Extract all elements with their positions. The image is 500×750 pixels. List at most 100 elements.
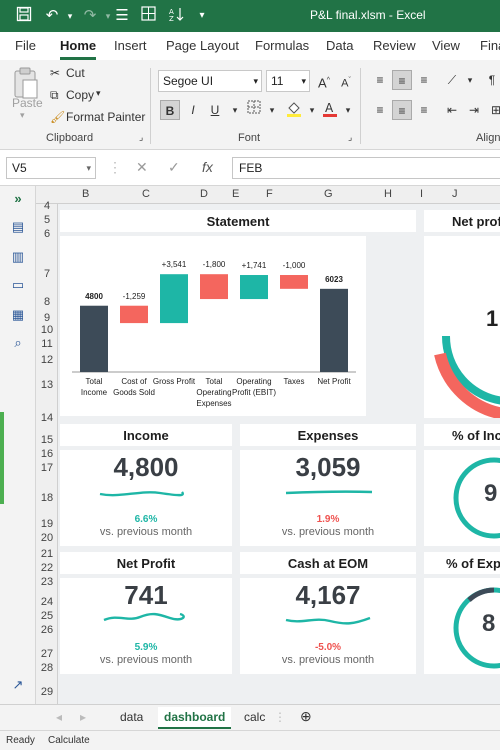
waterfall-bar[interactable] xyxy=(160,274,188,324)
row-header[interactable]: 26 xyxy=(36,624,58,636)
tab-file[interactable]: File xyxy=(15,38,36,53)
orientation-icon[interactable]: ⟋ xyxy=(442,70,462,90)
row-header[interactable]: 7 xyxy=(36,268,58,280)
row-header[interactable]: 24 xyxy=(36,596,58,608)
nav-sheet-icon[interactable]: ▤ xyxy=(9,220,27,234)
increase-indent-icon[interactable]: ⇥ xyxy=(464,100,484,120)
column-header-e[interactable]: E xyxy=(232,188,239,200)
tab-page-layout[interactable]: Page Layout xyxy=(166,38,239,53)
row-header[interactable]: 17 xyxy=(36,462,58,474)
expenses-kpi-card[interactable]: 3,059 1.9% vs. previous month xyxy=(240,450,416,546)
paste-dropdown-icon[interactable]: ▾ xyxy=(20,110,25,121)
fill-color-dropdown-icon[interactable]: ▾ xyxy=(302,100,322,120)
row-header[interactable]: 25 xyxy=(36,610,58,622)
cut-button[interactable]: Cut xyxy=(66,66,85,80)
borders-button-icon[interactable] xyxy=(244,100,264,120)
column-header-b[interactable]: B xyxy=(82,188,89,200)
undo-dropdown-icon[interactable]: ▾ xyxy=(60,6,80,26)
row-header[interactable]: 16 xyxy=(36,448,58,460)
tab-view[interactable]: View xyxy=(432,38,460,53)
external-link-icon[interactable]: ↗ xyxy=(9,678,27,692)
font-size-box[interactable]: 11 ▾ xyxy=(266,70,310,92)
nav-search-icon[interactable]: ⌕ xyxy=(9,336,27,350)
row-header[interactable]: 19 xyxy=(36,518,58,530)
font-color-icon[interactable]: A xyxy=(320,100,340,120)
row-header[interactable]: 23 xyxy=(36,576,58,588)
row-header[interactable]: 4 xyxy=(36,200,58,212)
row-header[interactable]: 29 xyxy=(36,686,58,698)
tab-insert[interactable]: Insert xyxy=(114,38,147,53)
expand-pane-icon[interactable]: » xyxy=(9,192,27,206)
more-tabs-icon[interactable]: ⋮ xyxy=(274,710,286,724)
name-box[interactable]: V5 ▾ xyxy=(6,157,96,179)
net-profit-kpi-card[interactable]: 741 5.9% vs. previous month xyxy=(60,578,232,674)
font-launcher-icon[interactable]: ⌟ xyxy=(348,132,352,143)
format-painter-button[interactable]: Format Painter xyxy=(66,110,145,124)
row-header[interactable]: 21 xyxy=(36,548,58,560)
income-kpi-card[interactable]: 4,800 6.6% vs. previous month xyxy=(60,450,232,546)
align-bottom-icon[interactable]: ≡ xyxy=(414,70,434,90)
nav-print-icon[interactable]: ▭ xyxy=(9,278,27,292)
new-sheet-icon[interactable]: ⊕ xyxy=(300,708,312,725)
tab-home[interactable]: Home xyxy=(60,38,96,53)
undo-icon[interactable]: ↶ xyxy=(42,6,62,26)
font-size-dropdown-icon[interactable]: ▾ xyxy=(301,71,306,91)
row-header[interactable]: 13 xyxy=(36,379,58,391)
wrap-text-icon[interactable]: ¶ xyxy=(482,70,500,90)
merge-icon[interactable]: ⊞ xyxy=(486,100,500,120)
decrease-indent-icon[interactable]: ⇤ xyxy=(442,100,462,120)
align-middle-icon[interactable]: ≡ xyxy=(392,70,412,90)
format-painter-icon[interactable]: 🖌 xyxy=(50,110,65,124)
cut-icon[interactable]: ✂ xyxy=(50,66,60,80)
waterfall-bar[interactable] xyxy=(120,305,148,324)
font-color-dropdown-icon[interactable]: ▾ xyxy=(338,100,358,120)
waterfall-bar[interactable] xyxy=(320,288,348,372)
name-box-dropdown-icon[interactable]: ▾ xyxy=(86,158,91,178)
sheet-tab-calc[interactable]: calc xyxy=(244,710,265,724)
font-name-dropdown-icon[interactable]: ▾ xyxy=(253,71,258,91)
italic-button[interactable]: I xyxy=(183,100,203,120)
row-header[interactable]: 9 xyxy=(36,312,58,324)
tab-formulas[interactable]: Formulas xyxy=(255,38,309,53)
row-header[interactable]: 14 xyxy=(36,412,58,424)
pane-collapse-handle[interactable] xyxy=(0,412,4,504)
scroll-tabs-left-icon[interactable]: ◂ xyxy=(56,710,62,724)
underline-button[interactable]: U xyxy=(205,100,225,120)
row-header[interactable]: 11 xyxy=(36,338,58,350)
waterfall-bar[interactable] xyxy=(200,274,228,300)
nav-table-icon[interactable]: ▦ xyxy=(9,308,27,322)
waterfall-bar[interactable] xyxy=(280,275,308,289)
tab-finance[interactable]: Fina xyxy=(480,38,500,53)
align-right-icon[interactable]: ≡ xyxy=(414,100,434,120)
copy-icon[interactable]: ⧉ xyxy=(50,88,59,103)
row-header[interactable]: 15 xyxy=(36,434,58,446)
net-profit-gauge-card[interactable]: 1 xyxy=(424,236,500,418)
font-name-box[interactable]: Segoe UI ▾ xyxy=(158,70,262,92)
scroll-tabs-right-icon[interactable]: ▸ xyxy=(80,710,86,724)
paste-button[interactable]: Paste xyxy=(12,96,43,110)
column-header-g[interactable]: G xyxy=(324,188,333,200)
row-header[interactable]: 5 xyxy=(36,214,58,226)
row-header[interactable]: 22 xyxy=(36,562,58,574)
enter-icon[interactable]: ✓ xyxy=(168,159,180,176)
column-header-i[interactable]: I xyxy=(420,188,423,200)
row-header[interactable]: 28 xyxy=(36,662,58,674)
fill-color-icon[interactable] xyxy=(284,100,304,120)
row-header[interactable]: 27 xyxy=(36,648,58,660)
formula-input[interactable]: FEB xyxy=(232,157,500,179)
waterfall-bar[interactable] xyxy=(240,275,268,300)
insert-function-icon[interactable]: fx xyxy=(202,159,213,175)
pct-income-gauge-card[interactable]: 9 xyxy=(424,450,500,546)
borders-dropdown-icon[interactable]: ▾ xyxy=(262,100,282,120)
customize-toolbar-icon[interactable]: ▾ xyxy=(192,6,212,26)
orientation-dropdown-icon[interactable]: ▾ xyxy=(460,70,480,90)
align-icon[interactable]: ☰ xyxy=(112,6,132,26)
waterfall-bar[interactable] xyxy=(80,305,108,372)
redo-icon[interactable]: ↷ xyxy=(80,6,100,26)
copy-button[interactable]: Copy xyxy=(66,88,94,102)
clipboard-launcher-icon[interactable]: ⌟ xyxy=(139,132,143,143)
grow-font-icon[interactable]: A^ xyxy=(314,71,334,91)
sheet-tab-dashboard[interactable]: dashboard xyxy=(158,707,232,729)
tab-data[interactable]: Data xyxy=(326,38,353,53)
column-header-h[interactable]: H xyxy=(384,188,392,200)
